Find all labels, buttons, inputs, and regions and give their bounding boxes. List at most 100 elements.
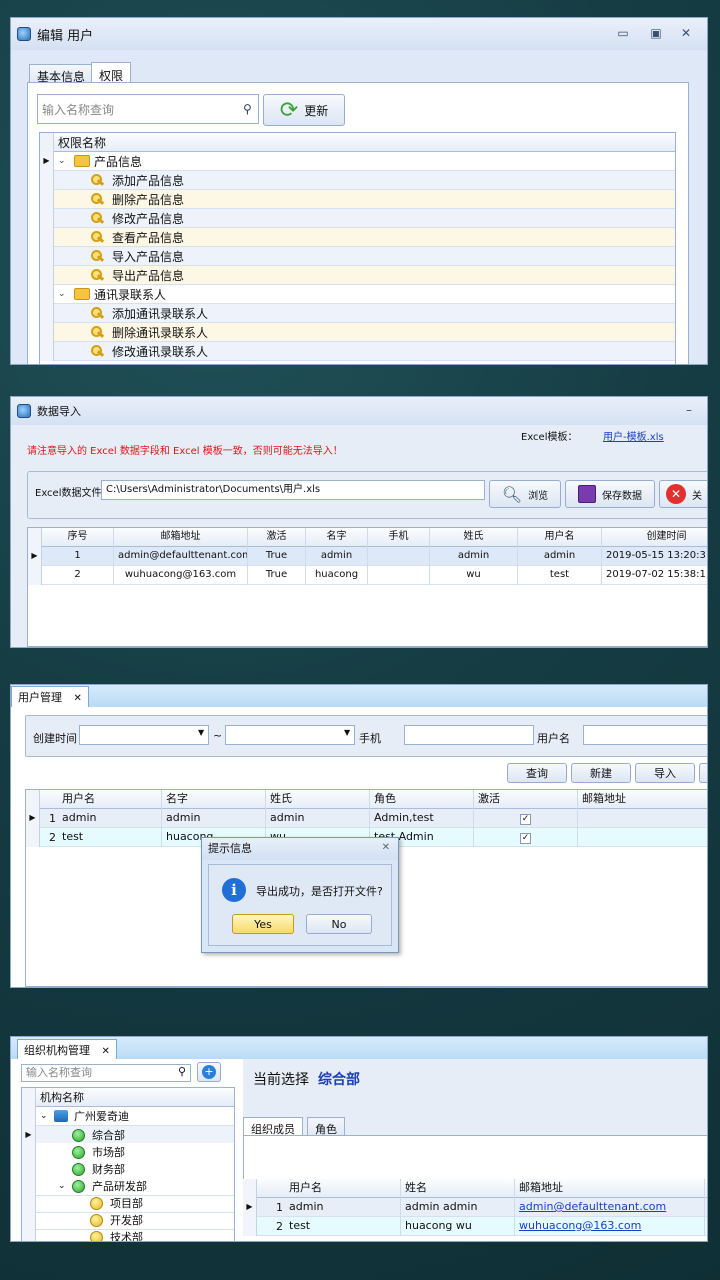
close-button[interactable]: ✕ 关 (659, 480, 707, 508)
key-icon (90, 306, 104, 320)
tab-close-icon[interactable]: ✕ (74, 693, 82, 704)
tree-item-row[interactable]: 查看产品信息 (40, 228, 675, 247)
email-link[interactable]: wuhuacong@163.com (519, 1219, 641, 1232)
minimize-icon[interactable]: ▭ (615, 26, 631, 40)
toolbar-edge-button[interactable] (707, 1145, 708, 1171)
refresh-icon: ⟳ (279, 97, 299, 123)
close-x-icon: ✕ (666, 484, 686, 504)
expand-chevron-icon[interactable]: ⌄ (58, 289, 66, 299)
table-cell: 2019-07-02 15:38:1 (602, 566, 707, 585)
new-button[interactable]: 新建 (571, 763, 631, 783)
add-org-button[interactable]: + (197, 1062, 221, 1082)
tree-group-row[interactable]: ⌄ 通讯录联系人 (40, 285, 675, 304)
table-row[interactable]: 2 wuhuacong@163.com True huacong wu test 2019-… (28, 566, 707, 585)
tree-item-label: 删除通讯录联系人 (112, 325, 209, 340)
import-button[interactable]: 导入 (635, 763, 695, 783)
search-icon[interactable]: ⚲ (178, 1065, 186, 1078)
file-path-input[interactable]: C:\Users\Administrator\Documents\用户.xls (101, 480, 485, 500)
column-header: 用户名 (285, 1179, 401, 1198)
row-indicator (40, 209, 54, 228)
dropdown-arrow-icon[interactable]: ▼ (344, 728, 350, 737)
tab-close-icon[interactable]: ✕ (102, 1046, 110, 1057)
close-label: 关 (692, 490, 702, 502)
table-cell: test (518, 566, 602, 585)
row-indicator (40, 285, 54, 304)
created-from-input[interactable] (79, 725, 209, 745)
column-header: 手机 (368, 528, 430, 547)
tree-item-row[interactable]: 修改通讯录联系人 (40, 342, 675, 361)
key-icon (90, 249, 104, 263)
org-search-input[interactable]: 输入名称查询 (21, 1064, 191, 1082)
status-yellow-icon (90, 1197, 103, 1210)
active-checkbox[interactable]: ✓ (520, 833, 531, 844)
tree-item-row[interactable]: 导出产品信息 (40, 266, 675, 285)
message-dialog: 提示信息 ✕ i 导出成功，是否打开文件? Yes No (201, 837, 399, 953)
close-icon[interactable]: ✕ (678, 26, 694, 40)
expand-chevron-icon[interactable]: ⌄ (40, 1111, 48, 1121)
query-button[interactable]: 查询 (507, 763, 567, 783)
table-cell: admin (306, 547, 368, 566)
browse-button[interactable]: 🔍︎ 浏览 (489, 480, 561, 508)
expand-chevron-icon[interactable]: ⌄ (58, 156, 66, 166)
maximize-icon[interactable]: ▣ (648, 26, 664, 40)
tree-item-label: 修改通讯录联系人 (112, 344, 209, 359)
tree-group-label: 产品信息 (94, 154, 143, 169)
created-time-label: 创建时间 (33, 732, 77, 745)
plus-icon: + (202, 1065, 216, 1079)
tree-node-label: 开发部 (110, 1214, 143, 1227)
created-to-input[interactable] (225, 725, 355, 745)
table-cell: admin@defaulttenant.com (515, 1198, 705, 1217)
row-indicator: ▶ (40, 152, 54, 171)
column-header: 创建时间 (602, 528, 707, 547)
template-link[interactable]: 用户-模板.xls (603, 428, 664, 443)
column-header: 名字 (306, 528, 368, 547)
row-indicator (40, 323, 54, 342)
row-indicator (26, 828, 40, 847)
table-row[interactable]: ▶ 1 admin admin admin admin@defaulttenant.co… (243, 1198, 707, 1217)
tab-user-management[interactable]: 用户管理 ✕ (11, 686, 89, 707)
table-cell (368, 547, 430, 566)
tree-item-row[interactable]: 修改产品信息 (40, 209, 675, 228)
tree-item-row[interactable]: 删除通讯录联系人 (40, 323, 675, 342)
tree-item-row[interactable]: 删除产品信息 (40, 190, 675, 209)
tree-node-row[interactable]: 技术部 (22, 1228, 234, 1241)
column-header: 邮箱地址 (114, 528, 248, 547)
table-row[interactable]: ▶ 1 admin admin admin Admin,test ✓ (26, 809, 707, 828)
table-cell: test (58, 828, 162, 847)
refresh-button[interactable]: ⟳ 更新 (263, 94, 345, 126)
tree-item-row[interactable]: 添加产品信息 (40, 171, 675, 190)
tree-item-row[interactable]: 添加通讯录联系人 (40, 304, 675, 323)
row-indicator: ▶ (28, 547, 42, 566)
username-input[interactable] (583, 725, 707, 745)
row-indicator (40, 342, 54, 361)
expand-chevron-icon[interactable]: ⌄ (58, 1181, 66, 1191)
no-button[interactable]: No (306, 914, 372, 934)
permission-search-input[interactable]: 输入名称查询 (37, 94, 259, 124)
table-row[interactable]: ▶ 1 admin@defaulttenant.com True admin admin a… (28, 547, 707, 566)
email-link[interactable]: admin@defaulttenant.com (519, 1200, 666, 1213)
permission-tree: 权限名称 ▶ ⌄ 产品信息 添加产品信息 删除产品信息 修改产品信息 查看产品信息 导入产品信… (39, 132, 676, 364)
table-cell: huacong (306, 566, 368, 585)
table-cell: wu (430, 566, 518, 585)
current-selection-value: 综合部 (318, 1072, 360, 1088)
save-data-button[interactable]: 保存数据 (565, 480, 655, 508)
tree-root-row[interactable]: ⌄ 广州爱奇迪 (22, 1107, 234, 1126)
table-row[interactable]: 2 test huacong wu wuhuacong@163.com (243, 1217, 707, 1236)
tree-group-row[interactable]: ▶ ⌄ 产品信息 (40, 152, 675, 171)
phone-input[interactable] (404, 725, 534, 745)
status-green-icon (72, 1180, 85, 1193)
dropdown-arrow-icon[interactable]: ▼ (198, 728, 204, 737)
tree-group-label: 通讯录联系人 (94, 287, 167, 302)
org-management-window: 组织机构管理 ✕ 输入名称查询 ⚲ + 机构名称 ⌄ 广州爱奇迪 ▶ 综合部 市场部 财务部… (10, 1036, 708, 1242)
row-number: 2 (49, 830, 56, 844)
minimize-icon[interactable]: – (681, 403, 697, 417)
more-button[interactable] (699, 763, 707, 783)
tab-org-management[interactable]: 组织机构管理 ✕ (17, 1039, 117, 1059)
dialog-close-icon[interactable]: ✕ (382, 842, 390, 853)
row-indicator (40, 304, 54, 323)
search-icon[interactable]: ⚲ (243, 102, 252, 116)
tree-item-row[interactable]: 导入产品信息 (40, 247, 675, 266)
active-checkbox[interactable]: ✓ (520, 814, 531, 825)
key-icon (90, 344, 104, 358)
yes-button[interactable]: Yes (232, 914, 294, 934)
